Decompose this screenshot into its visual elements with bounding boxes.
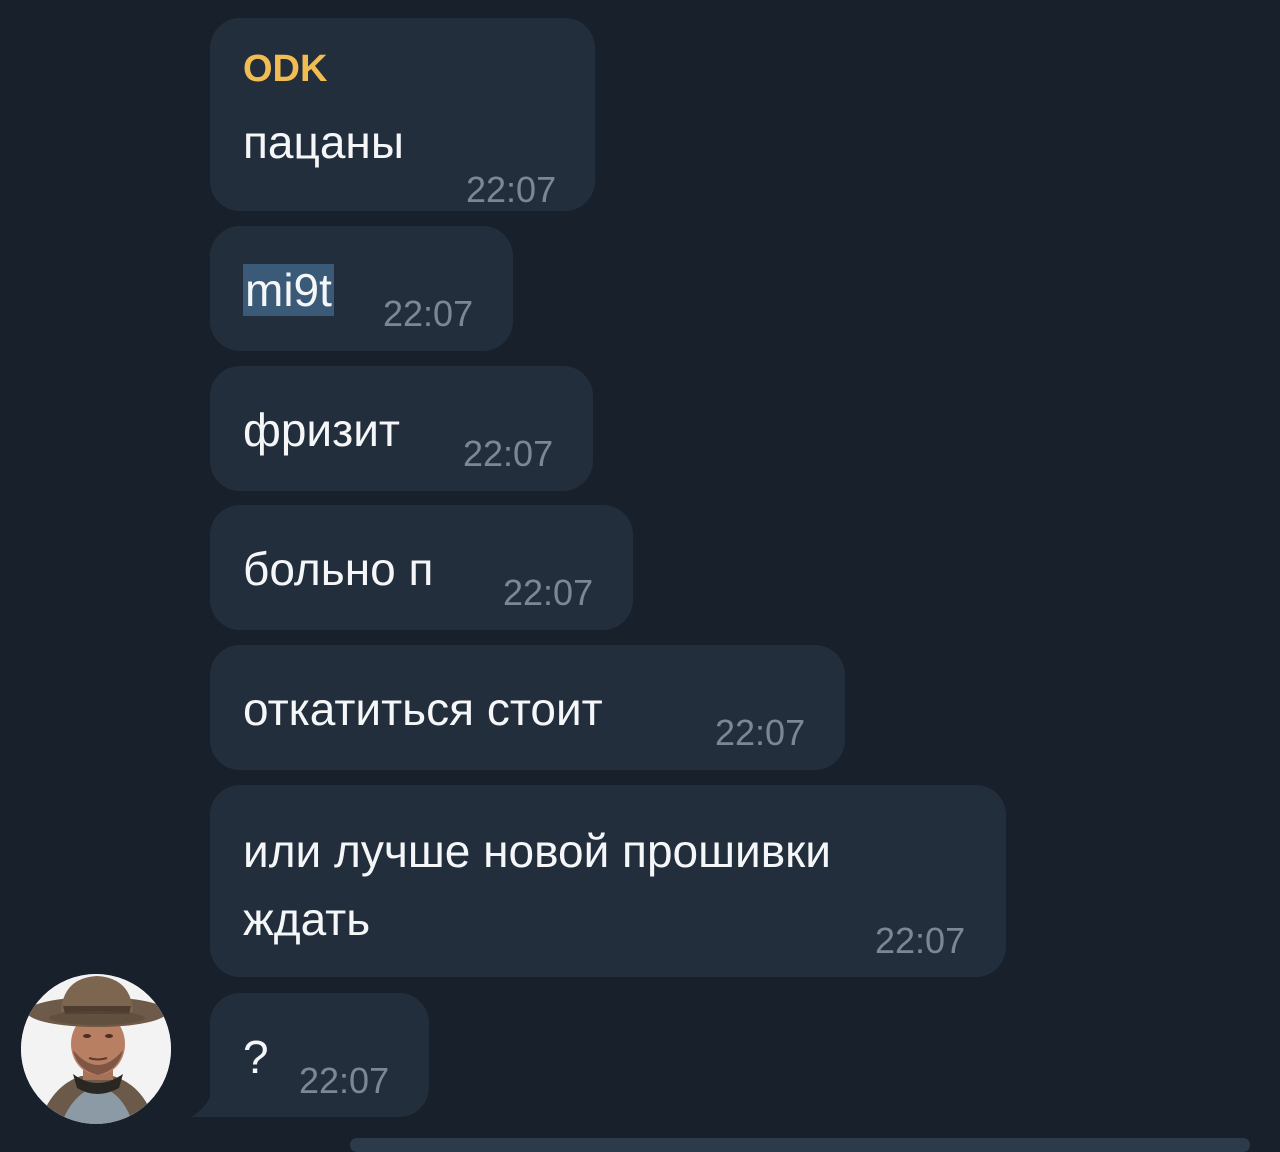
message-bubble[interactable]: ? 22:07 [210, 993, 429, 1117]
message-bubble[interactable]: откатиться стоит 22:07 [210, 645, 845, 770]
sender-name[interactable]: ODK [243, 50, 327, 88]
message-text: пацаны [243, 116, 404, 168]
message-bubble[interactable]: больно п 22:07 [210, 505, 633, 630]
message-text: больно п [243, 543, 434, 595]
message-time: 22:07 [715, 712, 806, 753]
message-time: 22:07 [503, 572, 594, 613]
message-time: 22:07 [299, 1060, 390, 1101]
bubble-tail [189, 1075, 229, 1117]
message-text: ? [243, 1031, 269, 1083]
message-time: 22:07 [466, 169, 557, 210]
message-text: фризит [243, 404, 400, 456]
message-text-line-2: ждать [243, 893, 371, 945]
message-bubble[interactable]: mi9t 22:07 [210, 226, 513, 351]
selected-text: mi9t [243, 264, 334, 316]
message-text-line-1: или лучше новой прошивки [243, 825, 831, 877]
message-bubble[interactable]: или лучше новой прошивки ждать 22:07 [210, 785, 1006, 977]
message-time: 22:07 [383, 293, 474, 334]
chat-history[interactable]: ODK пацаны 22:07 mi9t 22:07 фризит 22:07… [0, 0, 1280, 1152]
input-bar-edge [350, 1138, 1250, 1152]
cowboy-avatar-icon[interactable] [21, 974, 171, 1124]
message-bubble[interactable]: ODK пацаны 22:07 [210, 18, 595, 211]
message-text: откатиться стоит [243, 683, 603, 735]
message-bubble[interactable]: фризит 22:07 [210, 366, 593, 491]
message-time: 22:07 [875, 920, 966, 961]
message-text: mi9t [243, 260, 334, 320]
message-time: 22:07 [463, 433, 554, 474]
